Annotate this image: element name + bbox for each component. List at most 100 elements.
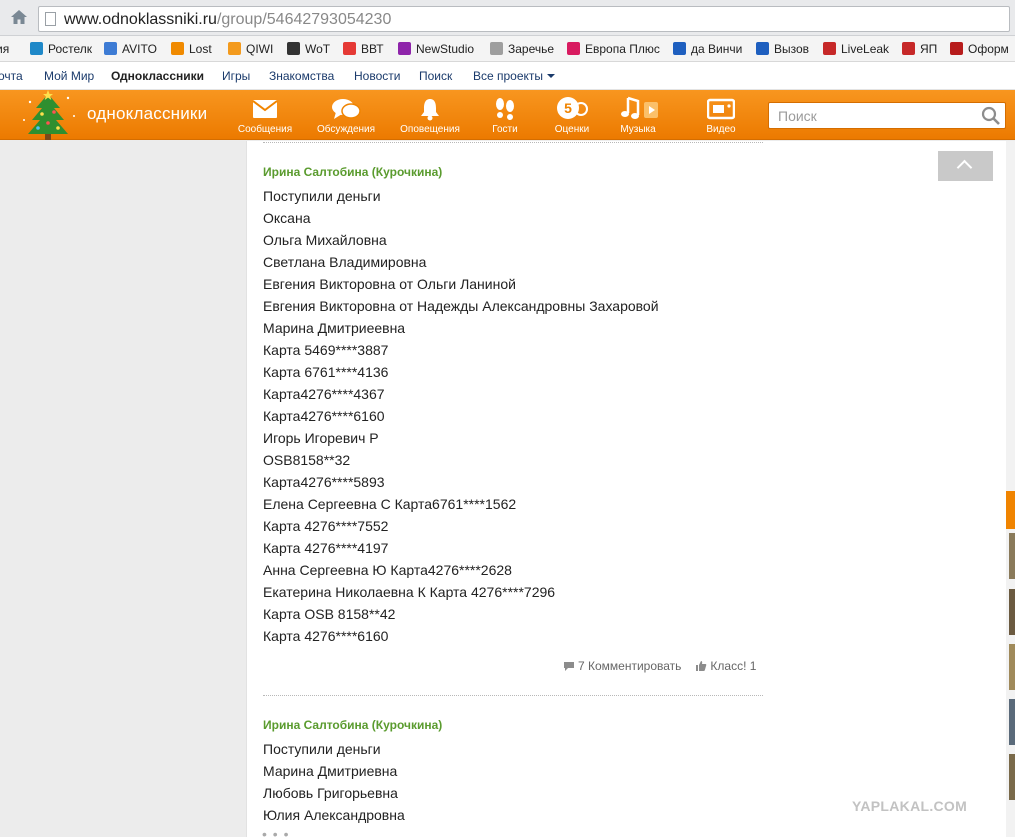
newstudio-icon (398, 42, 411, 55)
bookmark-label: Заречье (508, 42, 555, 56)
vvt-icon (343, 42, 356, 55)
right-sidebar-edge (1006, 141, 1015, 837)
project-link[interactable]: Одноклассники (111, 69, 204, 83)
footprints-icon (496, 98, 514, 120)
post-line: Игорь Игоревич Р (263, 430, 379, 446)
post-line: Карта4276****4367 (263, 386, 385, 402)
nav-music[interactable]: Музыка (605, 96, 671, 135)
bookmark-label: Ростелк (48, 42, 93, 56)
bookmark-label: Вызов (774, 42, 810, 56)
bookmark-item[interactable]: Ростелк (30, 40, 92, 58)
thumbs-up-icon (696, 661, 707, 671)
project-label: Одноклассники (111, 69, 205, 83)
bookmark-item[interactable]: AVITO (104, 40, 157, 58)
project-link[interactable]: Игры (222, 69, 250, 83)
speech-bubbles-icon (332, 99, 361, 119)
nav-video[interactable]: Видео (688, 96, 754, 135)
rostelecom-icon (30, 42, 43, 55)
post-divider (263, 695, 763, 696)
bookmark-label: ВВТ (361, 42, 384, 56)
project-label: Мой Мир (44, 69, 95, 83)
project-link[interactable]: Новости (354, 69, 400, 83)
thumbnail[interactable] (1009, 589, 1015, 635)
project-label: Поиск (419, 69, 453, 83)
post-line: Светлана Владимировна (263, 254, 427, 270)
post-author[interactable]: Ирина Салтобина (Курочкина) (263, 165, 442, 179)
left-column (0, 141, 246, 837)
bookmark-item[interactable]: WoT (287, 40, 330, 58)
nav-notifications[interactable]: Оповещения (397, 96, 463, 135)
post-line: Карта OSB 8158**42 (263, 606, 396, 622)
thumbnail[interactable] (1009, 699, 1015, 745)
bookmark-label: Европа Плюс (585, 42, 660, 56)
bookmark-label: ЯП (920, 42, 938, 56)
bookmark-item[interactable]: Европа Плюс (567, 40, 660, 58)
project-link[interactable]: Знакомства (269, 69, 334, 83)
bookmark-label: Оформ (968, 42, 1009, 56)
post-author[interactable]: Ирина Салтобина (Курочкина) (263, 718, 442, 732)
bookmark-item[interactable]: QIWI (228, 40, 273, 58)
bookmark-item[interactable]: Оформ (950, 40, 1009, 58)
nav-ratings[interactable]: 5 Оценки (539, 96, 605, 135)
nav-discussions[interactable]: Обсуждения (313, 96, 379, 135)
comment-link[interactable]: 7 Комментировать (563, 659, 681, 673)
nav-label: Сообщения (237, 124, 293, 135)
bookmark-label: NewStudio (416, 42, 475, 56)
search-input[interactable] (769, 103, 977, 128)
liveleak-icon (823, 42, 836, 55)
post-line: Карта 4276****4197 (263, 540, 389, 556)
search-icon[interactable] (981, 106, 1001, 126)
projects-bar: очта Мой Мир Одноклассники Игры Знакомства Но… (0, 62, 1015, 90)
url-host: www.odnoklassniki.ru (64, 11, 217, 28)
post-line: Карта4276****5893 (263, 474, 385, 490)
sidebar-tab[interactable] (1006, 491, 1015, 529)
bookmark-item[interactable]: ия (0, 40, 9, 58)
project-link[interactable]: очта (0, 69, 23, 83)
post-line: Ольга Михайловна (263, 232, 387, 248)
project-link[interactable]: Все проекты (473, 69, 556, 83)
thumbnail[interactable] (1009, 754, 1015, 800)
qiwi-icon (228, 42, 241, 55)
project-link[interactable]: Мой Мир (44, 69, 94, 83)
bookmark-item[interactable]: Заречье (490, 40, 554, 58)
bookmark-label: AVITO (122, 42, 157, 56)
project-label: Знакомства (269, 69, 335, 83)
bookmark-item[interactable]: ВВТ (343, 40, 384, 58)
comment-icon (564, 662, 574, 671)
url-path: /group/54642793054230 (216, 11, 392, 28)
rating-5-icon: 5 (557, 97, 588, 119)
thumbnail[interactable] (1009, 644, 1015, 690)
lf-icon (171, 42, 184, 55)
bookmark-item[interactable]: LiveLeak (823, 40, 889, 58)
nav-guests[interactable]: Гости (472, 96, 538, 135)
ok-logo-text[interactable]: одноклассники (87, 104, 207, 124)
thumbnail[interactable] (1009, 533, 1015, 579)
nav-label: Гости (492, 124, 518, 135)
project-label: Игры (222, 69, 251, 83)
bookmark-item[interactable]: Вызов (756, 40, 809, 58)
home-icon[interactable] (8, 8, 30, 30)
project-label: Новости (354, 69, 401, 83)
bookmark-label: LiveLeak (841, 42, 890, 56)
europa-plus-icon (567, 42, 580, 55)
post-line: Елена Сергеевна С Карта6761****1562 (263, 496, 517, 512)
more-ellipsis: • • • (262, 826, 290, 837)
url-field[interactable]: www.odnoklassniki.ru/group/5464279305423… (38, 6, 1010, 32)
post-divider (263, 142, 763, 143)
nav-label: Музыка (620, 124, 656, 135)
page-icon (490, 42, 503, 55)
bookmark-label: WoT (305, 42, 331, 56)
bookmark-item[interactable]: Lost (171, 40, 212, 58)
project-link[interactable]: Поиск (419, 69, 452, 83)
klass-link[interactable]: Класс! 1 (695, 659, 756, 673)
scroll-to-top-button[interactable] (938, 151, 993, 181)
project-label: Все проекты (473, 69, 544, 83)
post-line: Карта 5469****3887 (263, 342, 389, 358)
page-icon (45, 12, 56, 26)
bookmarks-bar: ия Ростелк AVITO Lost QIWI WoT ВВТ NewStudio Зар… (0, 36, 1015, 62)
bookmark-item[interactable]: да Винчи (673, 40, 742, 58)
bookmark-item[interactable]: NewStudio (398, 40, 474, 58)
nav-messages[interactable]: Сообщения (232, 96, 298, 135)
bookmark-item[interactable]: ЯП (902, 40, 937, 58)
bell-icon (421, 99, 439, 121)
